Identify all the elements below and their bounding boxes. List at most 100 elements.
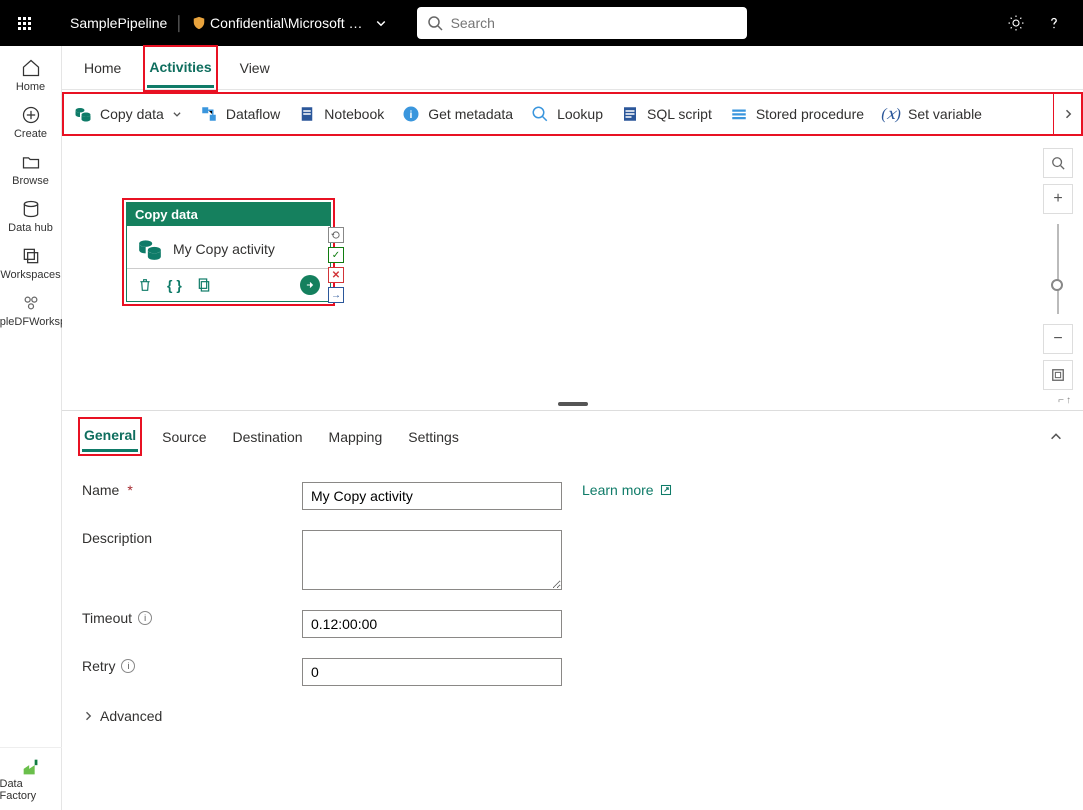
- ribbon-dataflow[interactable]: Dataflow: [200, 105, 280, 123]
- dataflow-icon: [200, 105, 218, 123]
- ribbon-label: SQL script: [647, 106, 712, 122]
- activity-card-title: Copy data: [127, 203, 330, 226]
- handle-failure-icon[interactable]: ✕: [328, 267, 344, 283]
- ribbon-notebook[interactable]: Notebook: [298, 105, 384, 123]
- info-icon[interactable]: i: [121, 659, 135, 673]
- svg-text:i: i: [410, 109, 413, 121]
- ribbon-sql-script[interactable]: SQL script: [621, 105, 712, 123]
- panel-resize-grip[interactable]: [558, 402, 588, 406]
- handle-loop-icon[interactable]: [328, 227, 344, 243]
- name-label: Name*: [82, 482, 302, 498]
- ribbon-scroll-right[interactable]: [1053, 94, 1081, 134]
- activity-card-name: My Copy activity: [173, 241, 275, 257]
- tab-destination[interactable]: Destination: [231, 423, 305, 451]
- ribbon-label: Copy data: [100, 106, 164, 122]
- handle-completion-icon[interactable]: →: [328, 287, 344, 303]
- delete-icon[interactable]: [137, 277, 153, 293]
- rail-datahub[interactable]: Data hub: [0, 193, 62, 240]
- sql-icon: [621, 105, 639, 123]
- run-icon[interactable]: [300, 275, 320, 295]
- activities-ribbon: Copy data Dataflow Notebook i Get metada…: [62, 92, 1083, 136]
- rail-workspaces[interactable]: Workspaces: [0, 240, 62, 287]
- rail-datafactory-label: Data Factory: [0, 778, 62, 802]
- rail-datafactory[interactable]: Data Factory: [0, 747, 62, 810]
- ribbon-get-metadata[interactable]: i Get metadata: [402, 105, 513, 123]
- timeout-label: Timeouti: [82, 610, 302, 626]
- retry-input[interactable]: [302, 658, 562, 686]
- lookup-icon: [531, 105, 549, 123]
- handle-success-icon[interactable]: ✓: [328, 247, 344, 263]
- ribbon-label: Get metadata: [428, 106, 513, 122]
- copydata-icon: [137, 236, 163, 262]
- panel-collapse-icon[interactable]: [1049, 430, 1063, 444]
- search-input[interactable]: [449, 14, 737, 32]
- rail-workspaces-label: Workspaces: [0, 269, 60, 281]
- menu-bar: Home Activities View: [62, 46, 1083, 90]
- ribbon-label: Dataflow: [226, 106, 280, 122]
- tab-source[interactable]: Source: [160, 423, 208, 451]
- rail-create-label: Create: [14, 128, 47, 140]
- chevron-down-icon: [172, 109, 182, 119]
- braces-icon[interactable]: { }: [167, 277, 182, 293]
- ribbon-label: Stored procedure: [756, 106, 864, 122]
- advanced-label: Advanced: [100, 708, 162, 724]
- app-launcher-icon[interactable]: [8, 17, 40, 30]
- rail-home-label: Home: [16, 81, 45, 93]
- menu-activities[interactable]: Activities: [147, 49, 213, 88]
- zoom-out-button[interactable]: −: [1043, 324, 1073, 354]
- pipeline-canvas[interactable]: Copy data My Copy activity { } ✓ ✕ →: [62, 138, 1083, 410]
- left-nav-rail: Home Create Browse Data hub Workspaces S…: [0, 46, 62, 810]
- settings-gear-icon[interactable]: [1007, 14, 1025, 32]
- sensitivity-shield-icon: [192, 16, 206, 30]
- ribbon-copy-data[interactable]: Copy data: [74, 105, 182, 123]
- zoom-search-icon[interactable]: [1043, 148, 1073, 178]
- rail-browse[interactable]: Browse: [0, 146, 62, 193]
- copydata-icon: [74, 105, 92, 123]
- chevron-right-icon: [82, 710, 94, 722]
- top-bar: SamplePipeline │ Confidential\Microsoft …: [0, 0, 1083, 46]
- ribbon-set-variable[interactable]: (𝑥) Set variable: [882, 105, 982, 123]
- rail-home[interactable]: Home: [0, 52, 62, 99]
- search-icon: [427, 15, 443, 31]
- ribbon-stored-procedure[interactable]: Stored procedure: [730, 105, 864, 123]
- description-label: Description: [82, 530, 302, 546]
- search-box[interactable]: [417, 7, 747, 39]
- copy-icon[interactable]: [196, 277, 212, 293]
- corner-resize-icon[interactable]: ⌐↑: [1058, 395, 1073, 406]
- help-icon[interactable]: [1045, 14, 1063, 32]
- separator: │: [175, 15, 184, 31]
- copy-data-activity[interactable]: Copy data My Copy activity { } ✓ ✕ →: [126, 202, 331, 302]
- notebook-icon: [298, 105, 316, 123]
- zoom-slider[interactable]: [1057, 224, 1059, 314]
- rail-sample-workspace[interactable]: SampleDFWorkspace: [0, 287, 62, 334]
- proc-icon: [730, 105, 748, 123]
- name-input[interactable]: [302, 482, 562, 510]
- rail-create[interactable]: Create: [0, 99, 62, 146]
- menu-view[interactable]: View: [238, 50, 272, 86]
- ribbon-label: Notebook: [324, 106, 384, 122]
- ribbon-lookup[interactable]: Lookup: [531, 105, 603, 123]
- advanced-toggle[interactable]: Advanced: [82, 708, 1063, 724]
- tab-settings[interactable]: Settings: [406, 423, 461, 451]
- properties-panel: General Source Destination Mapping Setti…: [62, 410, 1083, 810]
- info-icon[interactable]: i: [138, 611, 152, 625]
- learn-more-link[interactable]: Learn more: [582, 482, 1063, 498]
- zoom-in-button[interactable]: +: [1043, 184, 1073, 214]
- description-input[interactable]: [302, 530, 562, 590]
- rail-browse-label: Browse: [12, 175, 49, 187]
- variable-icon: (𝑥): [882, 105, 900, 123]
- rail-datahub-label: Data hub: [8, 222, 53, 234]
- workspace-name[interactable]: Confidential\Microsoft …: [210, 15, 363, 31]
- timeout-input[interactable]: [302, 610, 562, 638]
- activity-card-highlight: Copy data My Copy activity { } ✓ ✕ →: [122, 198, 335, 306]
- ribbon-label: Set variable: [908, 106, 982, 122]
- menu-home[interactable]: Home: [82, 50, 123, 86]
- retry-label: Retryi: [82, 658, 302, 674]
- zoom-fit-button[interactable]: [1043, 360, 1073, 390]
- workspace-chevron-icon[interactable]: [375, 17, 387, 29]
- properties-tabs: General Source Destination Mapping Setti…: [82, 421, 1063, 452]
- tab-mapping[interactable]: Mapping: [327, 423, 385, 451]
- tab-general[interactable]: General: [82, 421, 138, 452]
- ribbon-label: Lookup: [557, 106, 603, 122]
- zoom-controls: + −: [1043, 148, 1073, 390]
